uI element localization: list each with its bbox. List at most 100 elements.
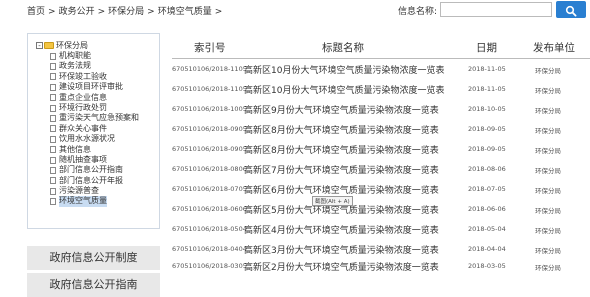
breadcrumb-environment-bureau[interactable]: 环保分局	[108, 7, 144, 17]
col-title-header: 标题名称	[322, 42, 364, 54]
breadcrumb-separator: >	[48, 7, 56, 17]
table-row[interactable]: 670510106/2018-1005 高新区9月份大气环境空气质量污染物浓度一…	[172, 99, 590, 119]
row-title-link[interactable]: 高新区8月份大气环境空气质量污染物浓度一览表	[244, 123, 439, 136]
tree-item[interactable]: 饮用水水源状况	[50, 134, 139, 144]
table-row[interactable]: 670510106/2018-0905 高新区8月份大气环境空气质量污染物浓度一…	[172, 119, 590, 139]
row-index: 670510106/2018-1105	[172, 85, 247, 93]
document-icon	[50, 198, 56, 206]
document-icon	[50, 73, 56, 81]
document-icon	[50, 156, 56, 164]
row-title-link[interactable]: 高新区10月份大气环境空气质量污染物浓度一览表	[244, 63, 444, 76]
tree-item[interactable]: 环保竣工验收	[50, 72, 139, 82]
breadcrumb-separator: >	[214, 7, 223, 17]
table-row[interactable]: 670510106/2018-0806 高新区7月份大气环境空气质量污染物浓度一…	[172, 159, 590, 179]
document-icon	[50, 63, 56, 71]
row-date: 2018-05-04	[468, 225, 506, 233]
row-title-link[interactable]: 高新区8月份大气环境空气质量污染物浓度一览表	[244, 143, 439, 156]
row-index: 670510106/2018-0806	[172, 165, 247, 173]
tree-item[interactable]: 机构职能	[50, 51, 139, 61]
row-index: 670510106/2018-0905	[172, 125, 247, 133]
table-row[interactable]: 670510106/2018-0504 高新区4月份大气环境空气质量污染物浓度一…	[172, 219, 590, 239]
tree-item[interactable]: 部门信息公开指南	[50, 165, 139, 175]
tree-item[interactable]: 建设项目环评审批	[50, 82, 139, 92]
document-icon	[50, 177, 56, 185]
row-index: 670510106/2018-0705	[172, 185, 247, 193]
table-row[interactable]: 670510106/2018-1105 高新区10月份大气环境空气质量污染物浓度…	[172, 59, 590, 79]
breadcrumb-separator: >	[97, 7, 106, 17]
row-date: 2018-03-05	[468, 262, 506, 270]
row-title-link[interactable]: 高新区7月份大气环境空气质量污染物浓度一览表	[244, 163, 439, 176]
tree-item[interactable]: 随机抽查事项	[50, 155, 139, 165]
tree-root[interactable]: - 环保分局	[36, 40, 88, 51]
table-row[interactable]: 670510106/2018-0606 高新区5月份大气环境空气质量污染物浓度一…	[172, 199, 590, 219]
document-icon	[50, 146, 56, 154]
row-index: 670510106/2018-0305	[172, 262, 247, 270]
document-icon	[50, 135, 56, 143]
document-icon	[50, 125, 56, 133]
row-title-link[interactable]: 高新区2月份大气环境空气质量污染物浓度一览表	[244, 260, 439, 273]
tree-item-active[interactable]: 环境空气质量	[50, 196, 139, 207]
row-index: 670510106/2018-0905	[172, 145, 247, 153]
row-title-link[interactable]: 高新区9月份大气环境空气质量污染物浓度一览表	[244, 103, 439, 116]
row-title-link[interactable]: 高新区10月份大气环境空气质量污染物浓度一览表	[244, 83, 444, 96]
breadcrumb-home[interactable]: 首页	[27, 7, 45, 17]
row-index: 670510106/2018-0606	[172, 205, 247, 213]
row-title-link[interactable]: 高新区3月份大气环境空气质量污染物浓度一览表	[244, 243, 439, 256]
tree-item[interactable]: 重点企业信息	[50, 93, 139, 103]
tree-item[interactable]: 其他信息	[50, 145, 139, 155]
row-date: 2018-11-05	[468, 65, 506, 73]
row-unit: 环保分局	[535, 207, 561, 215]
table-row[interactable]: 670510106/2018-0905 高新区8月份大气环境空气质量污染物浓度一…	[172, 139, 590, 159]
row-index: 670510106/2018-1005	[172, 105, 247, 113]
document-icon	[50, 94, 56, 102]
row-unit: 环保分局	[535, 167, 561, 175]
tree-item[interactable]: 环境行政处罚	[50, 103, 139, 113]
disclosure-system-button[interactable]: 政府信息公开制度	[27, 246, 160, 270]
row-date: 2018-11-05	[468, 85, 506, 93]
row-title-link[interactable]: 高新区4月份大气环境空气质量污染物浓度一览表	[244, 223, 439, 236]
row-date: 2018-09-05	[468, 145, 506, 153]
tree-item[interactable]: 重污染天气应急预案和	[50, 113, 139, 123]
row-date: 2018-10-05	[468, 105, 506, 113]
row-unit: 环保分局	[535, 87, 561, 95]
tree-item[interactable]: 政务法规	[50, 61, 139, 71]
document-icon	[50, 187, 56, 195]
col-unit-header: 发布单位	[533, 42, 575, 54]
table-row[interactable]: 670510106/2018-1105 高新区10月份大气环境空气质量污染物浓度…	[172, 79, 590, 99]
disclosure-guide-button[interactable]: 政府信息公开指南	[27, 273, 160, 297]
row-unit: 环保分局	[535, 127, 561, 135]
search-input[interactable]	[440, 2, 552, 17]
row-date: 2018-09-05	[468, 125, 506, 133]
row-date: 2018-07-05	[468, 185, 506, 193]
screenshot-tooltip: 截图(Alt + A)	[312, 196, 353, 206]
breadcrumb-separator: >	[147, 7, 155, 17]
row-unit: 环保分局	[535, 264, 561, 272]
row-unit: 环保分局	[535, 107, 561, 115]
document-icon	[50, 104, 56, 112]
category-tree: - 环保分局 机构职能 政务法规 环保竣工验收 建设项目环评审批 重点企业信息 …	[27, 33, 160, 229]
row-index: 670510106/2018-1105	[172, 65, 247, 73]
tree-item[interactable]: 部门信息公开年报	[50, 176, 139, 186]
row-index: 670510106/2018-0404	[172, 245, 247, 253]
table-row[interactable]: 670510106/2018-0705 高新区6月份大气环境空气质量污染物浓度一…	[172, 179, 590, 199]
row-unit: 环保分局	[535, 247, 561, 255]
breadcrumb-public-affairs[interactable]: 政务公开	[59, 7, 95, 17]
row-index: 670510106/2018-0504	[172, 225, 247, 233]
row-unit: 环保分局	[535, 227, 561, 235]
search-button[interactable]	[556, 1, 586, 18]
search-icon	[565, 5, 577, 17]
collapse-toggle-icon[interactable]: -	[36, 42, 43, 50]
document-icon	[50, 83, 56, 91]
top-bar: 首页 > 政务公开 > 环保分局 > 环境空气质量 > 信息名称:	[0, 0, 590, 22]
folder-icon	[44, 42, 54, 49]
document-icon	[50, 52, 56, 60]
tree-item[interactable]: 污染源普查	[50, 186, 139, 196]
row-unit: 环保分局	[535, 187, 561, 195]
table-row[interactable]: 670510106/2018-0305 高新区2月份大气环境空气质量污染物浓度一…	[172, 256, 590, 276]
row-title-link[interactable]: 高新区6月份大气环境空气质量污染物浓度一览表	[244, 183, 439, 196]
search-label: 信息名称:	[398, 7, 438, 17]
tree-items: 机构职能 政务法规 环保竣工验收 建设项目环评审批 重点企业信息 环境行政处罚 …	[50, 51, 139, 207]
row-unit: 环保分局	[535, 67, 561, 75]
tree-item[interactable]: 群众关心事件	[50, 124, 139, 134]
breadcrumb-air-quality[interactable]: 环境空气质量	[158, 7, 212, 17]
